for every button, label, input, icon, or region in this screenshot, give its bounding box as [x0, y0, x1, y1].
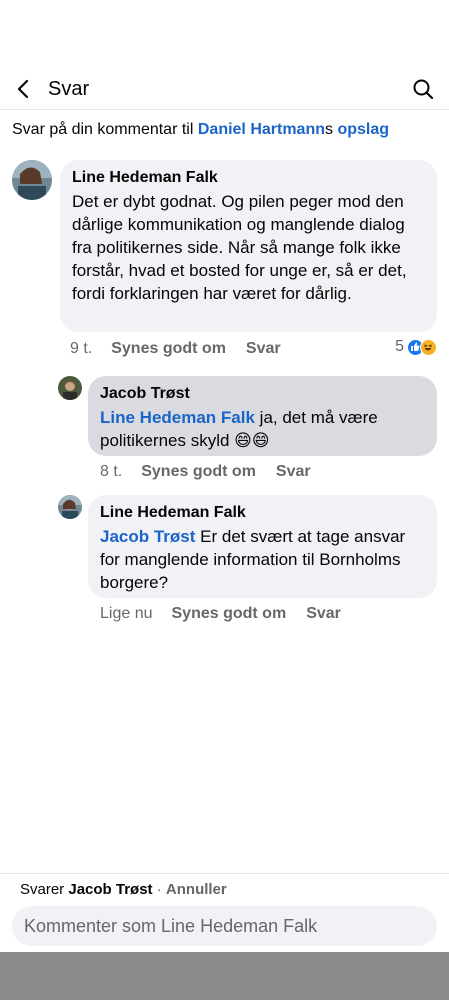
- comment-author[interactable]: Line Hedeman Falk: [100, 503, 425, 523]
- replying-to-name: Jacob Trøst: [68, 881, 153, 898]
- back-button[interactable]: [12, 77, 36, 101]
- page-title: Svar: [48, 78, 90, 100]
- comment-text: Det er dybt godnat. Og pilen peger mod d…: [72, 192, 407, 303]
- reaction-count: 5: [395, 338, 404, 355]
- keyboard-area: [0, 952, 449, 1000]
- comment-bubble: Line Hedeman Falk Det er dybt godnat. Og…: [60, 160, 437, 332]
- reply-button[interactable]: Svar: [306, 604, 341, 624]
- replying-prefix: Svarer: [20, 881, 69, 898]
- comment-time: 8 t.: [100, 463, 123, 480]
- reply-bubble: Line Hedeman Falk Jacob Trøst Er det svæ…: [88, 495, 437, 598]
- context-possessive: s: [325, 121, 333, 138]
- comment-actions: Lige nu Synes godt om Svar: [100, 604, 359, 624]
- comment-text: Line Hedeman Falk ja, det må være politi…: [100, 406, 425, 452]
- comment-author[interactable]: Line Hedeman Falk: [72, 168, 425, 188]
- separator: ·: [152, 881, 166, 898]
- comment-input[interactable]: [12, 906, 437, 946]
- post-owner-link[interactable]: Daniel Hartmann: [198, 121, 325, 138]
- reply-context: Svar på din kommentar til Daniel Hartman…: [12, 120, 389, 140]
- context-prefix: Svar på din kommentar til: [12, 121, 198, 138]
- reaction-summary[interactable]: 5: [395, 337, 437, 357]
- comment-composer: Svarer Jacob Trøst · Annuller: [0, 873, 449, 953]
- mention-link[interactable]: Line Hedeman Falk: [100, 408, 255, 427]
- like-button[interactable]: Synes godt om: [141, 462, 256, 482]
- search-icon: [413, 79, 434, 100]
- chevron-left-icon: [17, 79, 29, 99]
- comment-actions: 9 t. Synes godt om Svar: [70, 339, 299, 359]
- like-button[interactable]: Synes godt om: [172, 604, 287, 624]
- comment-time: Lige nu: [100, 605, 153, 622]
- mention-link[interactable]: Jacob Trøst: [100, 527, 195, 546]
- like-button[interactable]: Synes godt om: [111, 339, 226, 359]
- comment-text: Jacob Trøst Er det svært at tage ansvar …: [100, 525, 425, 594]
- avatar[interactable]: [12, 160, 52, 200]
- reply-button[interactable]: Svar: [276, 462, 311, 482]
- cancel-reply-button[interactable]: Annuller: [166, 881, 227, 898]
- replying-to-line: Svarer Jacob Trøst · Annuller: [20, 881, 227, 899]
- avatar[interactable]: [58, 376, 82, 400]
- top-bar: Svar: [0, 68, 449, 110]
- reply-button[interactable]: Svar: [246, 339, 281, 359]
- comment-author[interactable]: Jacob Trøst: [100, 384, 425, 404]
- comment-time: 9 t.: [70, 340, 93, 357]
- post-link[interactable]: opslag: [333, 121, 389, 138]
- haha-icon: [420, 338, 437, 356]
- reply-bubble: Jacob Trøst Line Hedeman Falk ja, det må…: [88, 376, 437, 456]
- comment-actions: 8 t. Synes godt om Svar: [100, 462, 329, 482]
- avatar[interactable]: [58, 495, 82, 519]
- search-button[interactable]: [411, 77, 435, 101]
